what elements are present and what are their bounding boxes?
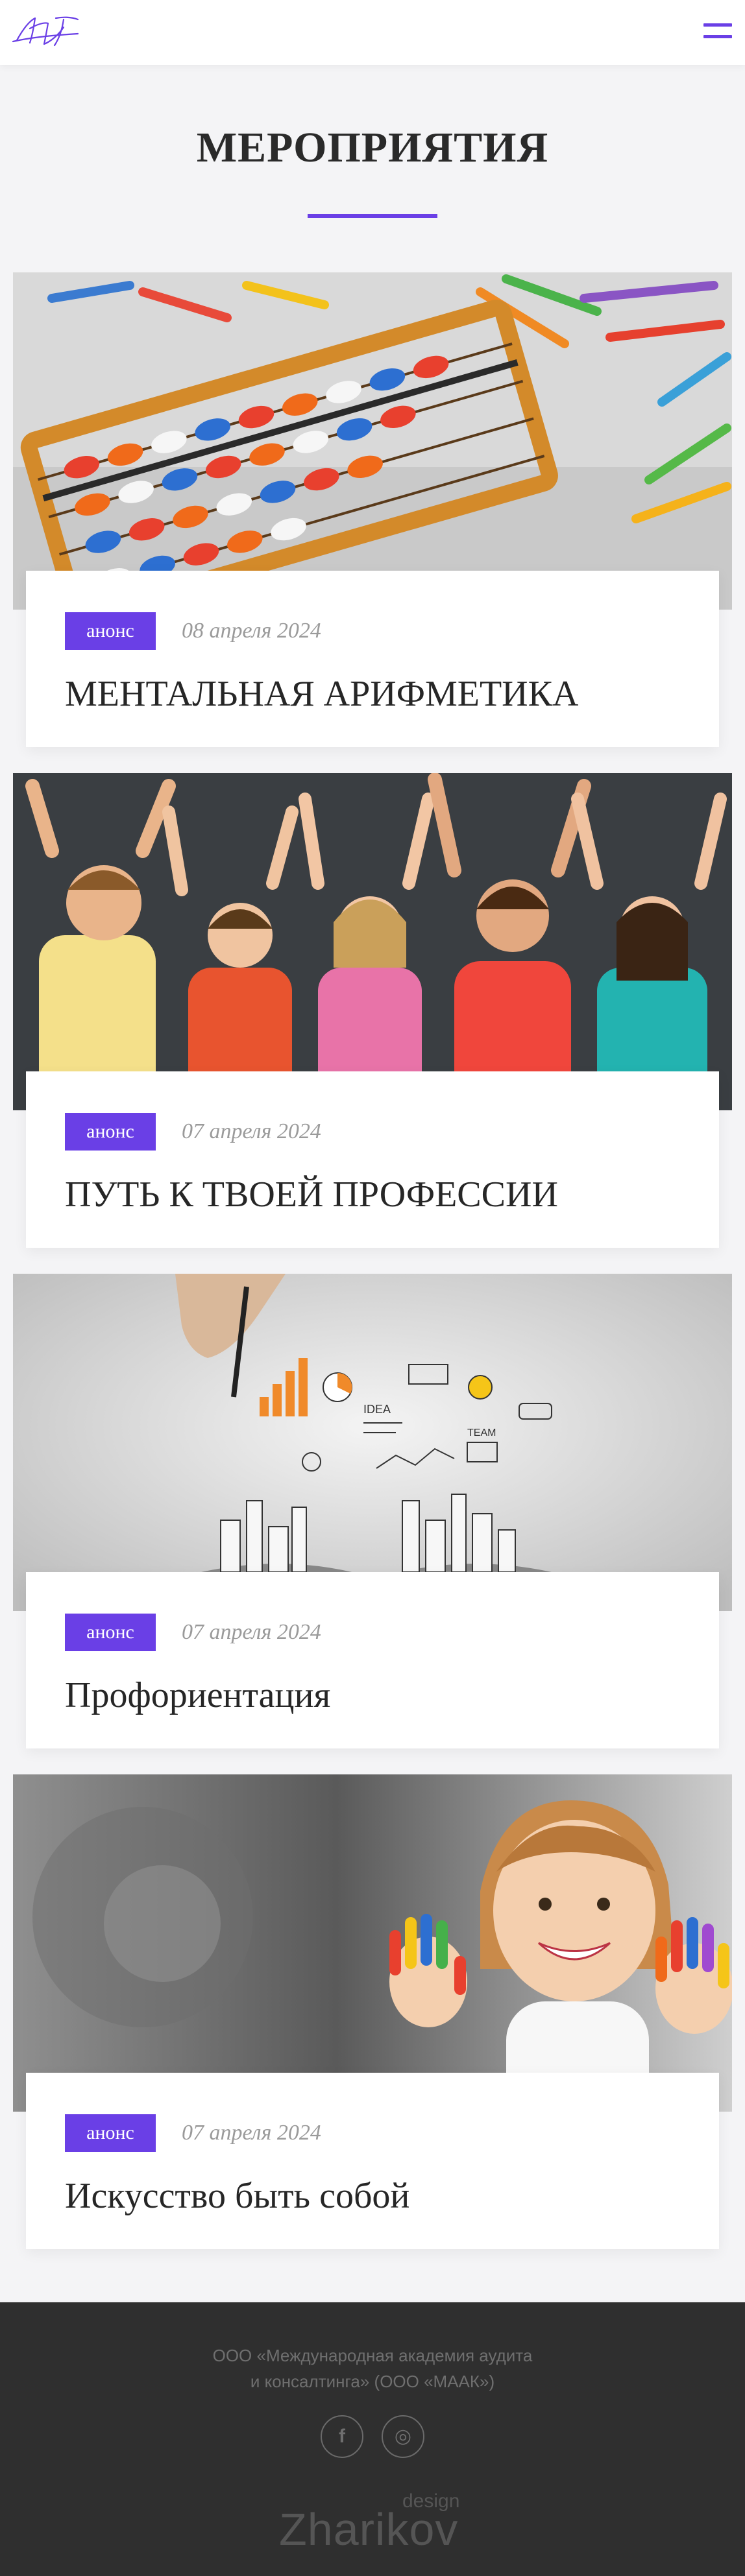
event-image-girl[interactable]: [13, 1774, 732, 2112]
event-badge[interactable]: анонс: [65, 1113, 156, 1151]
event-badge[interactable]: анонс: [65, 2114, 156, 2152]
event-title[interactable]: Профориентация: [65, 1669, 688, 1721]
event-title[interactable]: Искусство быть собой: [65, 2170, 688, 2222]
event-date: 07 апреля 2024: [182, 1620, 321, 1644]
facebook-icon[interactable]: f: [321, 2415, 363, 2458]
event-card-body: анонс 07 апреля 2024 Профориентация: [26, 1572, 719, 1748]
monogram-logo-icon[interactable]: [10, 9, 82, 54]
svg-text:IDEA: IDEA: [363, 1403, 391, 1416]
instagram-icon[interactable]: ◎: [382, 2415, 424, 2458]
event-date: 08 апреля 2024: [182, 619, 321, 643]
event-card[interactable]: анонс 07 апреля 2024 ПУТЬ К ТВОЕЙ ПРОФЕС…: [13, 773, 732, 1248]
company-name: ООО «Международная академия аудита и кон…: [0, 2343, 745, 2394]
event-badge[interactable]: анонс: [65, 612, 156, 650]
site-footer: ООО «Международная академия аудита и кон…: [0, 2302, 745, 2576]
hamburger-menu-icon[interactable]: [703, 22, 732, 42]
designer-credit[interactable]: design Zharikov: [279, 2490, 474, 2555]
event-card[interactable]: IDEA TEAM анонс 07 апреля 2024 Профориен…: [13, 1274, 732, 1748]
event-badge[interactable]: анонс: [65, 1614, 156, 1651]
company-line: и консалтинга» (ООО «МААК»): [250, 2372, 495, 2391]
site-header: [0, 0, 745, 65]
event-title[interactable]: ПУТЬ К ТВОЕЙ ПРОФЕССИИ: [65, 1169, 688, 1221]
svg-text:TEAM: TEAM: [467, 1427, 496, 1438]
event-date: 07 апреля 2024: [182, 2121, 321, 2145]
event-title[interactable]: МЕНТАЛЬНАЯ АРИФМЕТИКА: [65, 668, 688, 720]
event-image-abacus[interactable]: [13, 272, 732, 610]
event-card-body: анонс 08 апреля 2024 МЕНТАЛЬНАЯ АРИФМЕТИ…: [26, 571, 719, 747]
event-image-sketches[interactable]: IDEA TEAM: [13, 1274, 732, 1611]
event-card[interactable]: анонс 07 апреля 2024 Искусство быть собо…: [13, 1774, 732, 2249]
event-image-children[interactable]: [13, 773, 732, 1110]
event-card[interactable]: анонс 08 апреля 2024 МЕНТАЛЬНАЯ АРИФМЕТИ…: [13, 272, 732, 747]
designer-name: Zharikov: [279, 2504, 459, 2555]
event-date: 07 апреля 2024: [182, 1119, 321, 1143]
title-underline: [308, 214, 437, 218]
page-title: МЕРОПРИЯТИЯ: [196, 124, 549, 171]
company-line: ООО «Международная академия аудита: [212, 2346, 533, 2365]
event-card-body: анонс 07 апреля 2024 Искусство быть собо…: [26, 2073, 719, 2249]
event-card-body: анонс 07 апреля 2024 ПУТЬ К ТВОЕЙ ПРОФЕС…: [26, 1071, 719, 1248]
